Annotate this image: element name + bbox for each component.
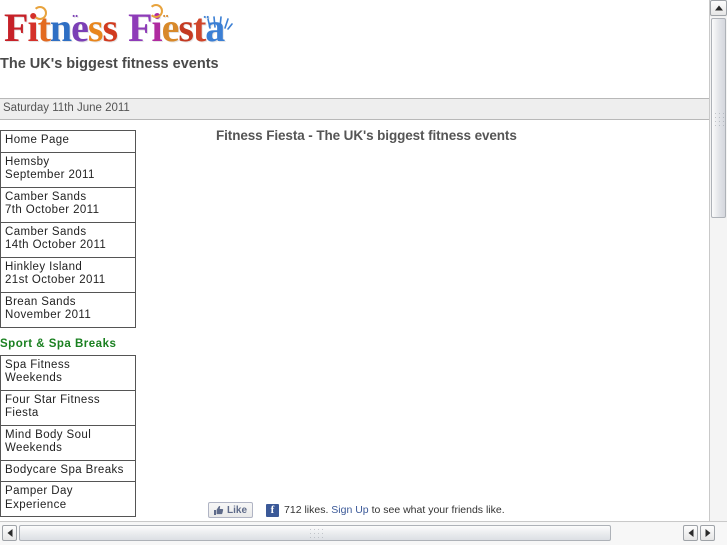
likes-count: 712 likes. — [284, 504, 329, 516]
nav-label-line2: Weekends — [5, 442, 63, 454]
sidebar-item-bodycare-spa-breaks[interactable]: Bodycare Spa Breaks — [1, 460, 135, 482]
sidebar-item-hemsby[interactable]: Hemsby September 2011 — [1, 152, 135, 188]
site-tagline: The UK's biggest fitness events — [0, 56, 219, 72]
current-date: Saturday 11th June 2011 — [3, 102, 130, 114]
nav-label-line1: Hinkley Island — [5, 260, 83, 273]
nav-label-line1: Pamper Day Experience — [5, 485, 73, 511]
site-logo[interactable]: Fit ne ¨ ss Fi e ¨ sta ¨ — [4, 4, 234, 52]
chevron-up-icon — [714, 5, 723, 11]
logo-letter-a-sparkle: a ¨ — [203, 4, 234, 52]
nav-label-line1: Home Page — [5, 134, 70, 146]
nav-label-line1: Bodycare Spa Breaks — [5, 463, 124, 476]
sidebar-item-hinkley-island[interactable]: Hinkley Island 21st October 2011 — [1, 257, 135, 293]
sidebar-item-camber-sands-14-oct[interactable]: Camber Sands 14th October 2011 — [1, 222, 135, 258]
sidebar-item-camber-sands-7-oct[interactable]: Camber Sands 7th October 2011 — [1, 187, 135, 223]
page-title: Fitness Fiesta - The UK's biggest fitnes… — [216, 128, 517, 143]
scrollbar-grip-icon — [310, 529, 323, 538]
chevron-left-icon — [7, 529, 12, 537]
nav-label-line2: November 2011 — [5, 309, 92, 321]
chevron-left-icon — [688, 529, 693, 537]
logo-letter: F — [128, 5, 152, 50]
date-bar: Saturday 11th June 2011 — [0, 98, 709, 120]
logo-letter: F — [4, 5, 28, 50]
horizontal-scrollbar[interactable] — [0, 521, 727, 545]
likes-suffix-text: to see what your friends like. — [371, 504, 505, 516]
horizontal-scrollbar-thumb[interactable] — [19, 525, 611, 541]
nav-label-line2: 7th October 2011 — [5, 204, 100, 216]
nav-label-line1: Hemsby — [5, 155, 50, 168]
logo-letter: s — [87, 5, 104, 50]
sidebar-item-mind-body-soul-weekends[interactable]: Mind Body Soul Weekends — [1, 425, 135, 461]
logo-letter: s — [178, 5, 194, 50]
scroll-left-button[interactable] — [2, 525, 17, 541]
nav-group-sport-spa: Spa Fitness Weekends Four Star Fitness F… — [0, 354, 136, 517]
page-viewport: Fit ne ¨ ss Fi e ¨ sta ¨ The UK's biggest fitnes… — [0, 0, 709, 521]
sidebar-heading-sport-spa-breaks: Sport & Spa Breaks — [0, 337, 117, 350]
nav-label-line1: Camber Sands — [5, 190, 87, 203]
sidebar-item-home-page[interactable]: Home Page — [1, 131, 135, 153]
logo-letter: t — [32, 4, 51, 52]
nav-label-line2: 14th October 2011 — [5, 239, 107, 251]
sidebar-navigation: Home Page Hemsby September 2011 Camber S… — [0, 130, 136, 521]
logo-letter: n — [49, 5, 72, 50]
thumbs-up-icon — [213, 505, 224, 516]
scroll-left-button-secondary[interactable] — [683, 525, 698, 541]
sidebar-item-spa-fitness-weekends[interactable]: Spa Fitness Weekends — [1, 355, 135, 391]
facebook-like-bar: Like f 712 likes. Sign Up to see what yo… — [208, 500, 505, 520]
vertical-scrollbar-thumb[interactable] — [711, 18, 726, 218]
sparkle-icon — [207, 0, 234, 30]
facebook-like-button[interactable]: Like — [208, 502, 254, 518]
site-header: Fit ne ¨ ss Fi e ¨ sta ¨ The UK's biggest fitnes… — [0, 0, 709, 80]
nav-label-line2: 21st October 2011 — [5, 274, 106, 286]
nav-group-events: Home Page Hemsby September 2011 Camber S… — [0, 130, 136, 328]
sidebar-item-four-star-fitness-fiesta[interactable]: Four Star Fitness Fiesta — [1, 390, 135, 426]
logo-letter: i — [148, 4, 163, 52]
nav-label-line1: Spa Fitness Weekends — [5, 358, 71, 385]
nav-label-line1: Mind Body Soul — [5, 428, 92, 441]
facebook-like-label: Like — [227, 504, 248, 516]
facebook-like-count-text: 712 likes. Sign Up to see what your frie… — [284, 504, 505, 516]
nav-label-line1: Four Star Fitness Fiesta — [5, 393, 100, 420]
nav-label-line1: Camber Sands — [5, 225, 87, 238]
vertical-scrollbar[interactable] — [709, 0, 727, 521]
logo-letter: s — [102, 5, 118, 50]
nav-label-line1: Brean Sands — [5, 295, 76, 308]
scroll-right-button[interactable] — [700, 525, 715, 541]
logo-letter: e ¨ — [161, 5, 180, 50]
facebook-logo-icon[interactable]: f — [266, 503, 280, 517]
scrollbar-grip-icon — [715, 113, 724, 126]
facebook-signup-link[interactable]: Sign Up — [331, 504, 368, 516]
scroll-up-button[interactable] — [710, 0, 727, 16]
chevron-right-icon — [705, 529, 710, 537]
nav-label-line2: September 2011 — [5, 169, 95, 181]
logo-letter: e ¨ — [71, 5, 89, 50]
sidebar-item-brean-sands[interactable]: Brean Sands November 2011 — [1, 292, 135, 327]
sidebar-item-pamper-day-experience[interactable]: Pamper Day Experience — [1, 482, 135, 516]
